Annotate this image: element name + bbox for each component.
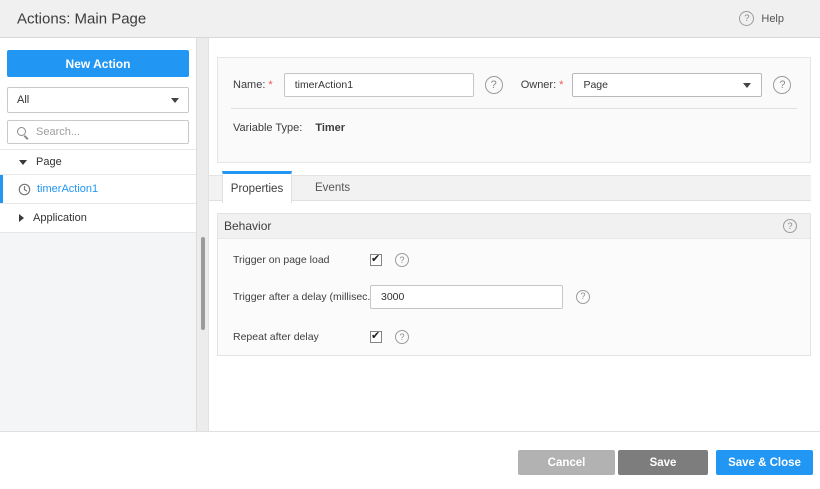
behavior-row-repeat: Repeat after delay — [233, 329, 796, 344]
behavior-help-icon[interactable] — [783, 219, 797, 233]
tree-item-label: timerAction1 — [37, 183, 99, 195]
behavior-row-trigger-delay: Trigger after a delay (millisec... — [233, 284, 796, 309]
actions-tree: Page timerAction1 Application — [0, 149, 196, 233]
name-field[interactable] — [283, 73, 474, 97]
collapse-arrow-icon — [19, 159, 27, 165]
filter-select[interactable]: All — [7, 87, 189, 113]
trigger-delay-input[interactable] — [370, 284, 563, 309]
expand-arrow-icon — [19, 214, 24, 222]
behavior-title: Behavior — [224, 219, 272, 233]
filter-select-value: All — [17, 94, 30, 106]
dialog-header: Actions: Main Page Help — [0, 0, 820, 38]
behavior-header: Behavior — [218, 214, 810, 239]
tab-strip — [209, 175, 811, 201]
trigger-on-load-help-icon[interactable] — [395, 253, 409, 267]
search-box — [7, 120, 189, 144]
variable-type-value: Timer — [315, 122, 346, 134]
tree-group-label: Application — [33, 212, 87, 224]
owner-label: Owner: — [520, 79, 557, 91]
owner-help-icon[interactable] — [773, 76, 792, 94]
actions-dialog: Actions: Main Page Help New Action All P… — [0, 0, 820, 489]
owner-select[interactable]: Page — [572, 73, 763, 97]
dialog-footer: Cancel Save Save & Close — [0, 431, 820, 489]
footer-buttons: Cancel Save Save & Close — [518, 450, 813, 475]
tree-group-application[interactable]: Application — [0, 204, 196, 233]
search-icon — [16, 126, 28, 138]
panel-divider — [231, 108, 797, 109]
tree-group-label: Page — [36, 156, 62, 168]
trigger-delay-help-icon[interactable] — [576, 289, 590, 304]
cancel-button[interactable]: Cancel — [518, 450, 615, 475]
action-summary-panel: Name: * Owner: * Page Variable Type: Tim… — [217, 57, 811, 163]
action-detail-pane: Name: * Owner: * Page Variable Type: Tim… — [209, 38, 820, 431]
name-label: Name: — [233, 79, 266, 91]
tree-item-timeraction1[interactable]: timerAction1 — [0, 175, 196, 204]
behavior-row-trigger-on-load: Trigger on page load — [233, 252, 796, 267]
page-title: Actions: Main Page — [17, 10, 147, 27]
timer-clock-icon — [18, 183, 31, 196]
actions-sidebar: New Action All Page — [0, 38, 197, 431]
tab-events[interactable]: Events — [307, 175, 358, 201]
trigger-delay-label: Trigger after a delay (millisec... — [233, 290, 370, 303]
sidebar-controls: New Action All — [0, 38, 196, 149]
variable-type-label: Variable Type: — [233, 122, 303, 134]
help-icon — [739, 11, 755, 26]
trigger-on-load-checkbox[interactable] — [370, 252, 382, 266]
tab-properties[interactable]: Properties — [222, 171, 292, 203]
owner-required-mark: * — [559, 79, 564, 91]
variable-type-row: Variable Type: Timer — [233, 121, 345, 135]
chevron-down-icon — [171, 97, 179, 103]
behavior-panel: Behavior Trigger on page load Trigger af… — [217, 213, 811, 356]
name-help-icon[interactable] — [484, 76, 503, 94]
name-required-mark: * — [268, 79, 273, 91]
repeat-after-delay-help-icon[interactable] — [395, 330, 409, 344]
save-and-close-button[interactable]: Save & Close — [716, 450, 813, 475]
tree-group-page[interactable]: Page — [0, 150, 196, 175]
sidebar-scrollbar[interactable] — [197, 38, 209, 431]
scrollbar-thumb[interactable] — [201, 237, 205, 330]
save-button[interactable]: Save — [618, 450, 708, 475]
trigger-on-load-label: Trigger on page load — [233, 254, 330, 266]
new-action-button[interactable]: New Action — [7, 50, 189, 77]
name-owner-row: Name: * Owner: * Page — [233, 73, 796, 97]
help-label: Help — [761, 12, 784, 25]
chevron-down-icon — [743, 82, 752, 88]
repeat-after-delay-label: Repeat after delay — [233, 331, 319, 343]
repeat-after-delay-checkbox[interactable] — [370, 329, 382, 343]
help-button[interactable]: Help — [739, 0, 784, 37]
search-input[interactable] — [34, 125, 180, 139]
owner-select-value: Page — [583, 79, 608, 91]
